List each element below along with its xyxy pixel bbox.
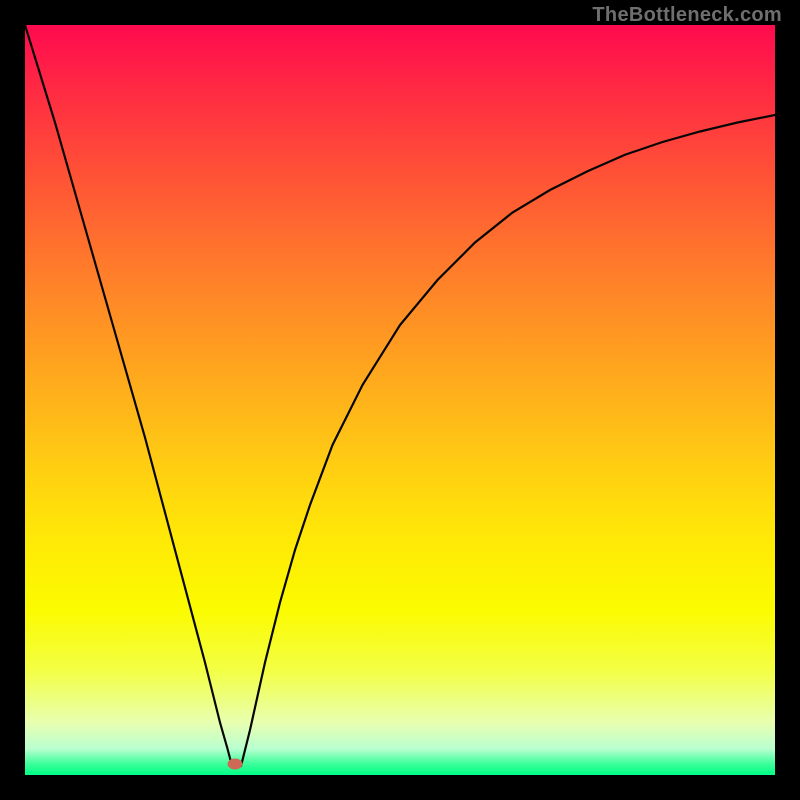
watermark-text: TheBottleneck.com — [592, 4, 782, 27]
optimum-marker-dot — [228, 758, 243, 769]
chart-frame: TheBottleneck.com — [0, 0, 800, 800]
curve-right-segment — [241, 115, 775, 766]
curve-left-segment — [25, 25, 232, 766]
plot-area — [25, 25, 775, 775]
bottleneck-curve — [25, 25, 775, 775]
